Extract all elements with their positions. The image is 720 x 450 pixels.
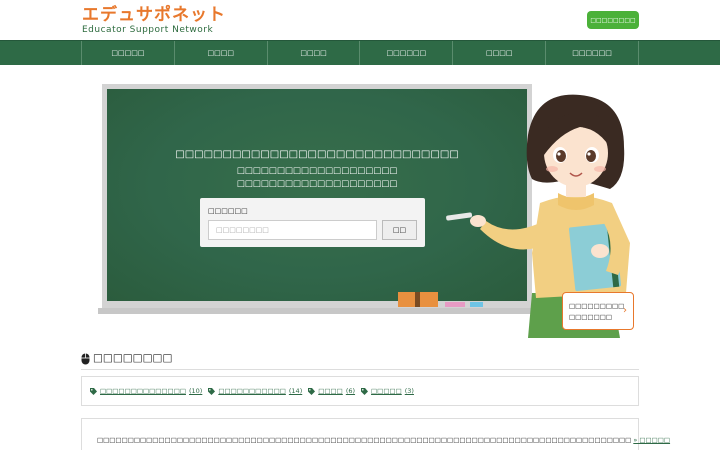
intro-box: □□□□□□□□□□□□□□□□□□□□□□□□□□□□□□□□□□□□□□□□…	[81, 418, 670, 450]
keyword-tag[interactable]: □□□□□□□□□□□□□□ (10)	[90, 387, 202, 395]
keyword-section-heading: □□□□□□□□	[81, 352, 639, 370]
intro-text: □□□□□□□□□□□□□□□□□□□□□□□□□□□□□□□□□□□□□□□□…	[97, 436, 670, 444]
logo-english: Educator Support Network	[82, 25, 214, 35]
eraser-left	[398, 292, 416, 307]
nav-item-4[interactable]: □□□□□□	[359, 41, 452, 65]
mouse-icon	[81, 353, 90, 365]
logo-japanese: エデュサポネット	[82, 5, 226, 25]
keyword-tag-count: (3)	[404, 387, 414, 395]
keyword-tag-list: □□□□□□□□□□□□□□ (10) □□□□□□□□□□□ (14) □□□□(…	[90, 387, 414, 395]
chevron-right-icon: ›	[623, 305, 627, 316]
intro-body: □□□□□□□□□□□□□□□□□□□□□□□□□□□□□□□□□□□□□□□□…	[97, 436, 632, 444]
keyword-tag-count: (14)	[288, 387, 303, 395]
tag-icon	[90, 387, 97, 395]
search-panel: □□□□□□ □□	[200, 198, 425, 247]
keyword-tag-box: □□□□□□□□□□□□□□ (10) □□□□□□□□□□□ (14) □□□□(…	[81, 376, 639, 406]
hero-section: □□□□□□□□□□□□□□□□□□□□□□□□□□□□□□ □□□□□□□□□…	[0, 65, 720, 340]
nav-item-2[interactable]: □□□□	[173, 41, 267, 65]
keyword-tag-label: □□□□□□□□□□□	[218, 387, 286, 395]
nav-items: □□□□□ □□□□ □□□□ □□□□□□ □□□□ □□□□□□	[81, 41, 639, 65]
nav-item-1[interactable]: □□□□□	[81, 41, 174, 65]
keyword-tag-count: (10)	[188, 387, 203, 395]
keyword-tag[interactable]: □□□□ (6)	[308, 387, 355, 395]
keyword-tag-count: (6)	[345, 387, 356, 395]
hero-cta-card[interactable]: □□□□□□□□□ □□□□□□□ ›	[562, 292, 634, 330]
keyword-tag[interactable]: □□□□□ (3)	[361, 387, 414, 395]
hero-cta-line-2: □□□□□□□	[569, 313, 612, 321]
main-nav: □□□□□ □□□□ □□□□ □□□□□□ □□□□ □□□□□□	[0, 40, 720, 65]
nav-item-3[interactable]: □□□□	[266, 41, 360, 65]
keyword-tag[interactable]: □□□□□□□□□□□ (14)	[208, 387, 302, 395]
site-logo[interactable]: エデュサポネット Educator Support Network	[82, 6, 226, 35]
read-more-link[interactable]: » □□□□□	[633, 436, 670, 444]
nav-item-5[interactable]: □□□□	[452, 41, 545, 65]
search-input[interactable]	[208, 220, 377, 240]
site-header: エデュサポネット Educator Support Network □□□□□□…	[0, 0, 720, 40]
header-action-button[interactable]: □□□□□□□□	[587, 11, 639, 29]
keyword-tag-label: □□□□□□□□□□□□□□	[100, 387, 186, 395]
tag-icon	[308, 387, 316, 395]
tag-icon	[208, 387, 216, 395]
search-label: □□□□□□	[208, 207, 248, 215]
keyword-tag-label: □□□□□	[371, 387, 402, 395]
hero-cta-line-1: □□□□□□□□□	[569, 302, 625, 310]
search-button[interactable]: □□	[382, 220, 417, 240]
hero-cta-text: □□□□□□□□□ □□□□□□□	[569, 301, 624, 323]
eraser-right	[420, 292, 438, 307]
nav-item-6[interactable]: □□□□□□	[545, 41, 639, 65]
keyword-section-title: □□□□□□□□	[93, 352, 173, 364]
tag-icon	[361, 387, 369, 395]
eraser-band	[415, 292, 420, 307]
keyword-tag-label: □□□□	[318, 387, 343, 395]
